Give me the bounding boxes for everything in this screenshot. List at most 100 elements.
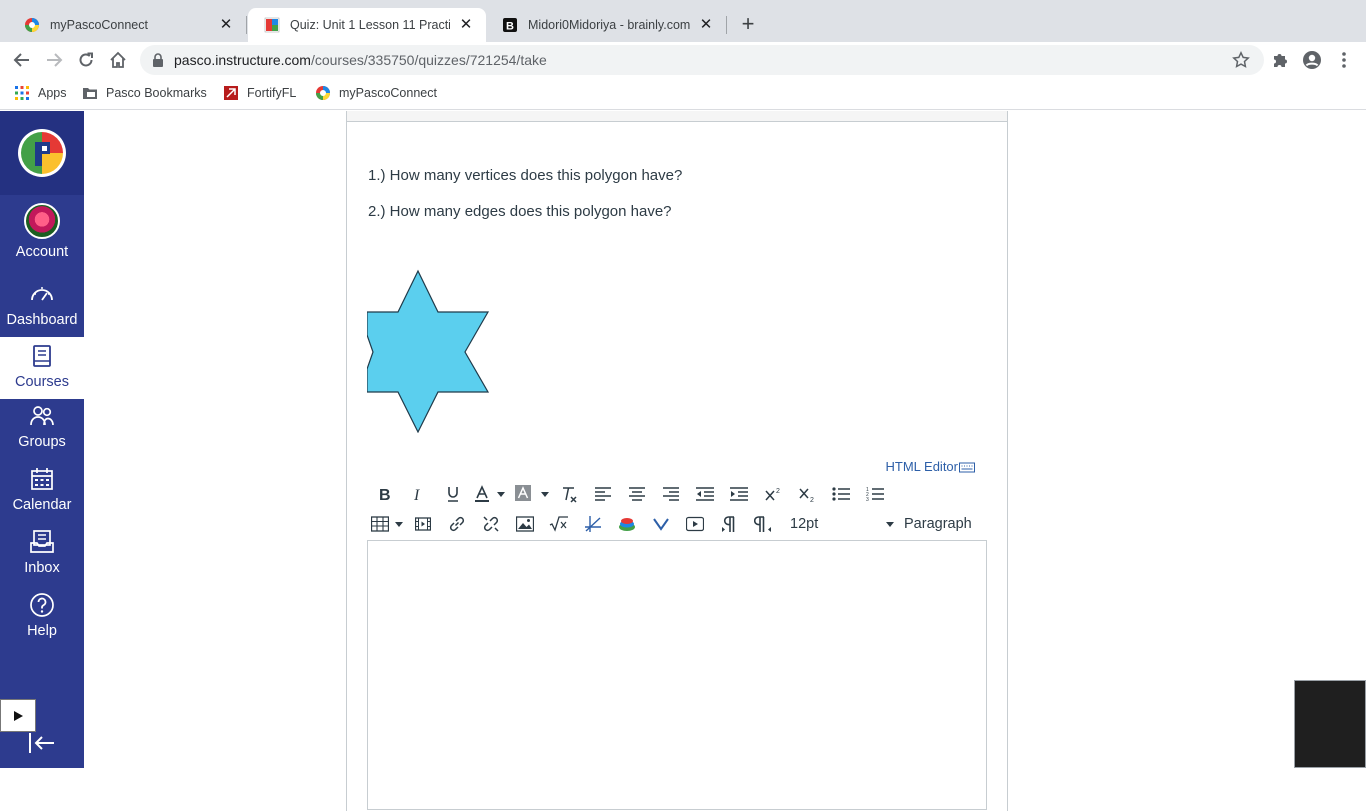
nav-courses[interactable]: Courses (0, 337, 84, 399)
mypascoconnect-icon (316, 86, 330, 100)
bold-icon: B (379, 487, 391, 502)
ltr-direction-button[interactable] (712, 511, 746, 537)
quiz-favicon (264, 17, 280, 33)
block-format-value: Paragraph (904, 516, 972, 532)
media-embed-button[interactable] (406, 511, 440, 537)
link-icon (449, 516, 465, 532)
answer-editor-textarea[interactable] (367, 540, 987, 810)
bookmark-pasco-bookmarks[interactable]: Pasco Bookmarks (82, 85, 207, 101)
new-tab-button[interactable]: + (736, 13, 760, 37)
html-editor-link[interactable]: HTML Editor (886, 459, 975, 474)
subscript-button[interactable]: 2 (790, 481, 824, 507)
collapse-nav-icon[interactable] (28, 731, 56, 755)
vocab-app-button[interactable] (644, 511, 678, 537)
bold-button[interactable]: B (368, 481, 402, 507)
underline-button[interactable] (436, 481, 470, 507)
text-color-icon (475, 485, 489, 502)
lti-apps-button[interactable] (610, 511, 644, 537)
media-play-button[interactable] (0, 699, 36, 732)
nav-inbox[interactable]: Inbox (0, 523, 84, 585)
bookmark-star-icon[interactable] (1232, 51, 1250, 69)
align-right-button[interactable] (654, 481, 688, 507)
clear-formatting-icon (563, 487, 577, 503)
nav-label: Inbox (24, 560, 60, 576)
school-logo[interactable] (0, 111, 84, 195)
text-color-dropdown[interactable] (494, 481, 508, 507)
reload-icon (79, 52, 93, 67)
graph-tool-button[interactable] (576, 511, 610, 537)
html-editor-label: HTML Editor (885, 459, 958, 474)
numbered-list-icon: 123 (866, 487, 884, 502)
reload-button[interactable] (74, 48, 98, 72)
tab-brainly[interactable]: B Midori0Midoriya - brainly.com ✕ (486, 8, 726, 42)
mypascoconnect-favicon (25, 18, 39, 32)
rtl-direction-button[interactable] (746, 511, 780, 537)
insert-link-button[interactable] (440, 511, 474, 537)
bullet-list-icon (832, 487, 850, 501)
close-icon[interactable]: ✕ (458, 17, 474, 33)
svg-text:2: 2 (810, 497, 814, 502)
caret-down-icon (497, 491, 505, 497)
checkmark-v-icon (653, 518, 669, 531)
indent-button[interactable] (722, 481, 756, 507)
courses-book-icon (33, 345, 51, 367)
forward-button[interactable] (42, 48, 66, 72)
nav-account[interactable]: Account (0, 195, 84, 260)
nav-label: Account (15, 244, 69, 260)
font-size-select[interactable]: 12pt (780, 511, 900, 537)
align-center-button[interactable] (620, 481, 654, 507)
arrow-right-icon (47, 53, 63, 67)
browser-menu-button[interactable] (1334, 50, 1354, 70)
background-color-button[interactable] (508, 481, 538, 507)
hexagram-star-image (367, 269, 490, 433)
outdent-button[interactable] (688, 481, 722, 507)
back-button[interactable] (10, 48, 34, 72)
close-icon[interactable]: ✕ (218, 17, 234, 33)
bookmark-fortifyfl[interactable]: FortifyFL (223, 85, 296, 101)
italic-button[interactable]: I (402, 481, 436, 507)
nav-help[interactable]: Help (0, 586, 84, 648)
background-color-dropdown[interactable] (538, 481, 552, 507)
nav-dashboard[interactable]: Dashboard (0, 275, 84, 337)
image-icon (516, 516, 534, 532)
tab-label: Quiz: Unit 1 Lesson 11 Practice (290, 18, 450, 32)
tab-mypascoconnect[interactable]: myPascoConnect ✕ (8, 8, 246, 42)
record-media-button[interactable] (678, 511, 712, 537)
floating-video-overlay[interactable] (1294, 680, 1366, 768)
question-header-strip (347, 111, 1007, 122)
align-left-button[interactable] (586, 481, 620, 507)
block-format-select[interactable]: Paragraph (900, 511, 972, 537)
bullet-list-button[interactable] (824, 481, 858, 507)
remove-link-button[interactable] (474, 511, 508, 537)
superscript-button[interactable]: 2 (756, 481, 790, 507)
bookmark-label: myPascoConnect (339, 86, 437, 100)
nav-groups[interactable]: Groups (0, 397, 84, 459)
bookmark-mypascoconnect[interactable]: myPascoConnect (315, 85, 437, 101)
svg-text:B: B (506, 21, 514, 33)
close-icon[interactable]: ✕ (698, 17, 714, 33)
table-dropdown[interactable] (392, 511, 406, 537)
nav-calendar[interactable]: Calendar (0, 460, 84, 522)
bookmark-label: Apps (38, 86, 67, 100)
home-button[interactable] (106, 48, 130, 72)
insert-image-button[interactable] (508, 511, 542, 537)
home-icon (110, 51, 126, 68)
bookmark-apps[interactable]: Apps (14, 85, 67, 101)
nav-label: Help (27, 623, 57, 639)
text-color-button[interactable] (470, 481, 494, 507)
browser-toolbar: pasco.instructure.com/courses/335750/qui… (0, 42, 1366, 78)
address-bar[interactable]: pasco.instructure.com/courses/335750/qui… (140, 45, 1264, 75)
nav-label: Dashboard (6, 312, 78, 328)
insert-math-button[interactable] (542, 511, 576, 537)
numbered-list-button[interactable]: 123 (858, 481, 892, 507)
arrow-left-icon (13, 53, 29, 67)
clear-formatting-button[interactable] (552, 481, 586, 507)
profile-button[interactable] (1302, 50, 1322, 70)
apps-grid-icon (15, 86, 29, 100)
table-button[interactable] (368, 511, 392, 537)
browser-tab-strip: myPascoConnect ✕ Quiz: Unit 1 Lesson 11 … (0, 0, 1366, 42)
tab-quiz[interactable]: Quiz: Unit 1 Lesson 11 Practice ✕ (248, 8, 486, 42)
nav-label: Calendar (12, 497, 72, 513)
groups-icon (30, 406, 54, 426)
extensions-button[interactable] (1270, 50, 1290, 70)
